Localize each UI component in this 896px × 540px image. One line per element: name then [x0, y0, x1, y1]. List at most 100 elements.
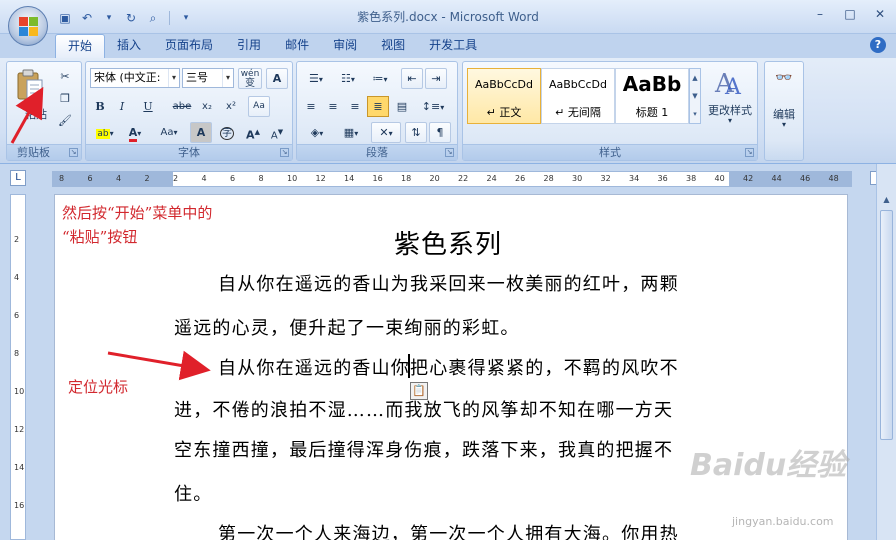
vertical-scrollbar[interactable]: ▲ — [876, 164, 896, 540]
superscript-button[interactable]: x² — [220, 96, 242, 117]
phonetic-guide-button[interactable]: wén 变 — [238, 68, 262, 89]
decrease-indent-button[interactable]: ⇤ — [401, 68, 423, 89]
ruler-tick-label: 8 — [258, 174, 264, 183]
copy-icon[interactable]: ❐ — [55, 88, 75, 109]
style-normal[interactable]: AaBbCcDd ↵ 正文 — [467, 68, 541, 124]
chinese-layout-button[interactable]: ✕▾ — [371, 122, 401, 143]
justify-button[interactable]: ≣ — [367, 96, 389, 117]
font-size-combo[interactable]: 三号 ▾ — [182, 68, 234, 88]
text-highlight-button[interactable]: ab▾ — [90, 122, 120, 143]
style-sample: AaBbCcDd — [475, 78, 533, 91]
tab-mailings[interactable]: 邮件 — [273, 34, 321, 58]
borders-button[interactable]: ▦▾ — [335, 122, 367, 143]
strikethrough-button[interactable]: abe — [170, 96, 194, 117]
numbering-button[interactable]: ☷▾ — [333, 68, 363, 89]
group-label-paragraph: 段落 — [297, 144, 457, 160]
minimize-button[interactable]: – — [812, 6, 828, 22]
ruler-tick-label: 10 — [14, 387, 25, 396]
tab-insert[interactable]: 插入 — [105, 34, 153, 58]
ribbon: 粘贴 ✂ ❐ 🖌 剪贴板 ↘ 宋体 (中文正: ▾ 三号 ▾ wén 变 A B … — [0, 58, 896, 164]
ruler-tick-label: 46 — [800, 174, 811, 183]
group-styles: AaBbCcDd ↵ 正文 AaBbCcDd ↵ 无间隔 AaBb 标题 1 ▲… — [462, 61, 758, 161]
subscript-button[interactable]: x₂ — [196, 96, 218, 117]
align-right-button[interactable]: ≡ — [345, 96, 365, 117]
restore-button[interactable]: □ — [842, 6, 858, 22]
editing-button[interactable]: 👓 编辑 ▾ — [765, 66, 803, 136]
character-shading-button[interactable]: A — [190, 122, 212, 143]
distributed-button[interactable]: ▤ — [391, 96, 413, 117]
styles-launcher-icon[interactable]: ↘ — [745, 148, 754, 157]
line-spacing-button[interactable]: ↕≡▾ — [417, 96, 449, 117]
annotation-paste-instruction: 然后按“开始”菜单中的 — [62, 204, 213, 222]
align-center-button[interactable]: ≡ — [323, 96, 343, 117]
style-heading-1[interactable]: AaBb 标题 1 — [615, 68, 689, 124]
paste-label: 粘贴 — [25, 108, 47, 121]
paste-options-icon[interactable]: 📋 — [410, 382, 428, 400]
group-paragraph: ☰▾ ☷▾ ≔▾ ⇤ ⇥ ≡ ≡ ≡ ≣ ▤ ↕≡▾ ◈▾ ▦▾ ✕▾ ⇅ ¶ … — [296, 61, 458, 161]
group-label-font: 字体 — [86, 144, 292, 160]
align-left-button[interactable]: ≡ — [301, 96, 321, 117]
close-button[interactable]: ✕ — [872, 6, 888, 22]
tab-view[interactable]: 视图 — [369, 34, 417, 58]
ruler-tick-label: 24 — [486, 174, 497, 183]
format-painter-icon[interactable]: 🖌 — [55, 110, 75, 131]
bold-button[interactable]: B — [90, 96, 110, 117]
paragraph-launcher-icon[interactable]: ↘ — [445, 148, 454, 157]
ruler-tick-label: 22 — [458, 174, 469, 183]
ruler-tick-label: 48 — [828, 174, 839, 183]
font-launcher-icon[interactable]: ↘ — [280, 148, 289, 157]
font-color-icon: A — [128, 126, 138, 142]
sort-button[interactable]: ⇅ — [405, 122, 427, 143]
style-sample: AaBbCcDd — [549, 78, 607, 91]
italic-button[interactable]: I — [112, 96, 132, 117]
clear-formatting-button[interactable]: Aa — [248, 96, 270, 117]
horizontal-ruler[interactable]: 8 6 4 2 2 4 6 8 10 12 14 16 18 20 22 24 26 28 30 32 34 36 38 40… — [52, 171, 852, 187]
enclose-characters-button[interactable]: 字 — [216, 122, 238, 143]
office-logo-icon — [19, 17, 39, 37]
font-size-value: 三号 — [186, 71, 208, 84]
font-color-button[interactable]: A▾ — [122, 122, 148, 143]
change-styles-button[interactable]: A A 更改样式 ▾ — [705, 66, 755, 136]
shrink-font-icon: A — [270, 130, 278, 142]
tab-selector[interactable]: L — [10, 170, 26, 186]
clipboard-launcher-icon[interactable]: ↘ — [69, 148, 78, 157]
tab-references[interactable]: 引用 — [225, 34, 273, 58]
show-marks-button[interactable]: ¶ — [429, 122, 451, 143]
tab-developer[interactable]: 开发工具 — [417, 34, 489, 58]
shrink-font-button[interactable]: A▼ — [266, 122, 288, 143]
ruler-tick-label: 36 — [657, 174, 668, 183]
style-name: ↵ 正文 — [486, 106, 522, 119]
highlight-icon: ab — [96, 129, 110, 139]
character-border-button[interactable]: A — [266, 68, 288, 89]
style-no-spacing[interactable]: AaBbCcDd ↵ 无间隔 — [541, 68, 615, 124]
font-name-combo[interactable]: 宋体 (中文正: ▾ — [90, 68, 180, 88]
tab-home[interactable]: 开始 — [55, 34, 106, 58]
change-styles-icon: A A — [714, 69, 742, 98]
group-editing: 👓 编辑 ▾ — [764, 61, 804, 161]
office-button[interactable] — [8, 6, 48, 46]
doc-paragraph-line: 遥远的心灵，便升起了一束绚丽的彩虹。 — [174, 318, 520, 339]
tab-page-layout[interactable]: 页面布局 — [153, 34, 225, 58]
watermark-url: jingyan.baidu.com — [732, 515, 834, 528]
scroll-up-icon[interactable]: ▲ — [880, 194, 893, 206]
multilevel-list-button[interactable]: ≔▾ — [365, 68, 395, 89]
change-case-button[interactable]: Aa▾ — [154, 122, 184, 143]
ruler-tick-label: 14 — [14, 463, 25, 472]
ruler-tick-label: 2 — [173, 174, 179, 183]
cut-icon[interactable]: ✂ — [55, 66, 75, 87]
chevron-down-icon: ▾ — [222, 69, 233, 87]
bullets-button[interactable]: ☰▾ — [301, 68, 331, 89]
paste-button[interactable]: 粘贴 — [13, 66, 47, 128]
styles-gallery-scroll[interactable]: ▲ ▼ ▾ — [689, 68, 701, 124]
ruler-tick-label: 44 — [771, 174, 782, 183]
grow-font-button[interactable]: A▲ — [242, 122, 264, 143]
ruler-tick-label: 14 — [344, 174, 355, 183]
increase-indent-button[interactable]: ⇥ — [425, 68, 447, 89]
shading-button[interactable]: ◈▾ — [301, 122, 333, 143]
underline-button[interactable]: U — [134, 96, 162, 117]
help-icon[interactable]: ? — [870, 37, 886, 53]
tab-review[interactable]: 审阅 — [321, 34, 369, 58]
ruler-tick-label: 38 — [686, 174, 697, 183]
group-label-styles: 样式 — [463, 144, 757, 160]
style-name: 标题 1 — [635, 106, 669, 119]
